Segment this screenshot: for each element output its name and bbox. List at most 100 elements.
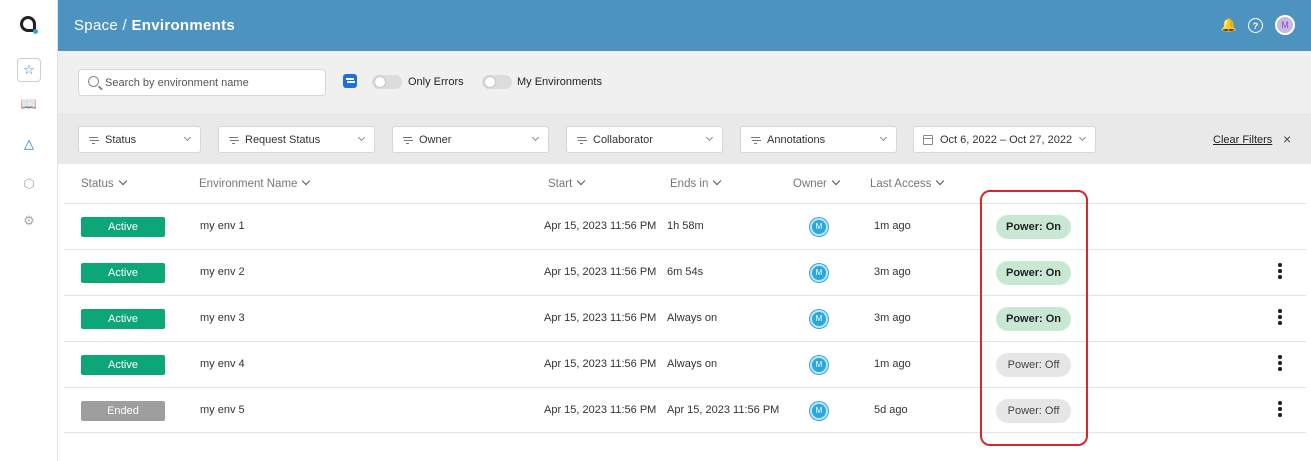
date-range-filter-dropdown[interactable]: Oct 6, 2022 – Oct 27, 2022	[913, 126, 1096, 153]
app-logo[interactable]	[20, 16, 38, 34]
filter-lines-icon	[403, 137, 412, 144]
table-row[interactable]: Ended my env 5 Apr 15, 2023 11:56 PM Apr…	[64, 387, 1306, 433]
status-badge: Active	[81, 217, 165, 237]
more-options-icon[interactable]	[1276, 355, 1284, 375]
search-input[interactable]	[105, 74, 320, 92]
owner-avatar[interactable]: M	[810, 356, 828, 374]
status-badge: Active	[81, 309, 165, 329]
chevron-down-icon	[302, 176, 311, 186]
column-header-label: Start	[548, 178, 573, 190]
chevron-down-icon	[879, 133, 888, 142]
owner-avatar[interactable]: M	[810, 310, 828, 328]
column-header-label: Ends in	[670, 178, 709, 190]
last-access: 5d ago	[874, 404, 908, 416]
power-status-pill[interactable]: Power: On	[996, 215, 1071, 239]
environments-icon[interactable]: △	[17, 132, 41, 156]
blueprints-icon[interactable]: ☆	[17, 58, 41, 82]
column-header-owner[interactable]: Owner	[793, 176, 841, 190]
column-header-start[interactable]: Start	[548, 176, 586, 190]
clear-filters-link[interactable]: Clear Filters	[1213, 134, 1272, 146]
power-status-pill[interactable]: Power: Off	[996, 399, 1071, 423]
search-box[interactable]	[78, 69, 326, 96]
help-icon[interactable]: ?	[1248, 18, 1263, 33]
filter-lines-icon	[751, 137, 760, 144]
status-badge: Active	[81, 263, 165, 283]
owner-filter-label: Owner	[419, 134, 452, 146]
owner-avatar[interactable]: M	[810, 218, 828, 236]
column-header-name[interactable]: Environment Name	[199, 176, 311, 190]
last-access: 3m ago	[874, 266, 911, 278]
environment-name[interactable]: my env 3	[200, 312, 245, 324]
start-time: Apr 15, 2023 11:56 PM	[544, 266, 657, 278]
filter-lines-icon	[89, 137, 98, 144]
chevron-down-icon	[1078, 133, 1087, 142]
my-environments-label: My Environments	[517, 76, 602, 88]
my-environments-toggle[interactable]	[482, 75, 512, 89]
only-errors-toggle[interactable]	[372, 75, 402, 89]
chevron-down-icon	[357, 133, 366, 142]
ends-in: Apr 15, 2023 11:56 PM	[667, 404, 780, 416]
date-range-label: Oct 6, 2022 – Oct 27, 2022	[940, 134, 1073, 146]
filter-bar: Status Request Status Owner Collaborator…	[58, 113, 1311, 164]
owner-filter-dropdown[interactable]: Owner	[392, 126, 549, 153]
chevron-down-icon	[577, 176, 586, 186]
only-errors-label: Only Errors	[408, 76, 464, 88]
search-icon	[88, 76, 99, 87]
power-status-pill[interactable]: Power: On	[996, 261, 1071, 285]
breadcrumb-parent[interactable]: Space	[74, 17, 118, 34]
annotations-filter-dropdown[interactable]: Annotations	[740, 126, 897, 153]
more-options-icon[interactable]	[1276, 309, 1284, 329]
start-time: Apr 15, 2023 11:56 PM	[544, 404, 657, 416]
ends-in: 1h 58m	[667, 220, 704, 232]
search-toolbar: Only Errors My Environments	[58, 51, 1311, 113]
breadcrumb-separator: /	[122, 17, 127, 34]
table-row[interactable]: Active my env 3 Apr 15, 2023 11:56 PM Al…	[64, 295, 1306, 341]
bell-icon[interactable]: 🔔	[1220, 16, 1238, 34]
collaborator-filter-dropdown[interactable]: Collaborator	[566, 126, 723, 153]
last-access: 1m ago	[874, 358, 911, 370]
annotations-filter-label: Annotations	[767, 134, 826, 146]
environment-name[interactable]: my env 4	[200, 358, 245, 370]
power-status-pill[interactable]: Power: On	[996, 307, 1071, 331]
last-access: 3m ago	[874, 312, 911, 324]
table-header: Status Environment Name Start Ends in Ow…	[58, 164, 1311, 203]
table-row[interactable]: Active my env 4 Apr 15, 2023 11:56 PM Al…	[64, 341, 1306, 387]
collaborator-filter-label: Collaborator	[593, 134, 653, 146]
table-row[interactable]: Active my env 2 Apr 15, 2023 11:56 PM 6m…	[64, 249, 1306, 295]
chevron-down-icon	[705, 133, 714, 142]
start-time: Apr 15, 2023 11:56 PM	[544, 358, 657, 370]
more-options-icon[interactable]	[1276, 401, 1284, 421]
power-status-pill[interactable]: Power: Off	[996, 353, 1071, 377]
column-header-label: Owner	[793, 178, 827, 190]
status-filter-label: Status	[105, 134, 137, 146]
settings-icon[interactable]: ⚙	[17, 209, 41, 233]
owner-avatar[interactable]: M	[810, 402, 828, 420]
environment-name[interactable]: my env 2	[200, 266, 245, 278]
environment-name[interactable]: my env 1	[200, 220, 245, 232]
packages-icon[interactable]: ⬡	[17, 172, 41, 196]
column-header-status[interactable]: Status	[81, 176, 127, 190]
table-row[interactable]: Active my env 1 Apr 15, 2023 11:56 PM 1h…	[64, 203, 1306, 249]
catalog-icon[interactable]: 📖	[17, 92, 41, 116]
user-avatar[interactable]: M	[1275, 15, 1295, 35]
start-time: Apr 15, 2023 11:56 PM	[544, 220, 657, 232]
owner-avatar[interactable]: M	[810, 264, 828, 282]
column-header-ends[interactable]: Ends in	[670, 176, 722, 190]
left-nav: ☆ 📖 △ ⬡ ⚙	[0, 0, 58, 461]
column-header-access[interactable]: Last Access	[870, 176, 945, 190]
status-filter-dropdown[interactable]: Status	[78, 126, 201, 153]
chevron-down-icon	[183, 133, 192, 142]
breadcrumb: Space / Environments	[74, 17, 235, 34]
more-options-icon[interactable]	[1276, 263, 1284, 283]
chevron-down-icon	[118, 176, 127, 186]
chevron-down-icon	[936, 176, 945, 186]
chevron-down-icon	[531, 133, 540, 142]
ends-in: Always on	[667, 312, 718, 324]
close-icon[interactable]: ×	[1283, 131, 1291, 147]
filter-toggle-button[interactable]	[343, 74, 357, 88]
start-time: Apr 15, 2023 11:56 PM	[544, 312, 657, 324]
filter-lines-icon	[577, 137, 586, 144]
column-header-label: Last Access	[870, 178, 932, 190]
request-status-filter-dropdown[interactable]: Request Status	[218, 126, 375, 153]
environment-name[interactable]: my env 5	[200, 404, 245, 416]
